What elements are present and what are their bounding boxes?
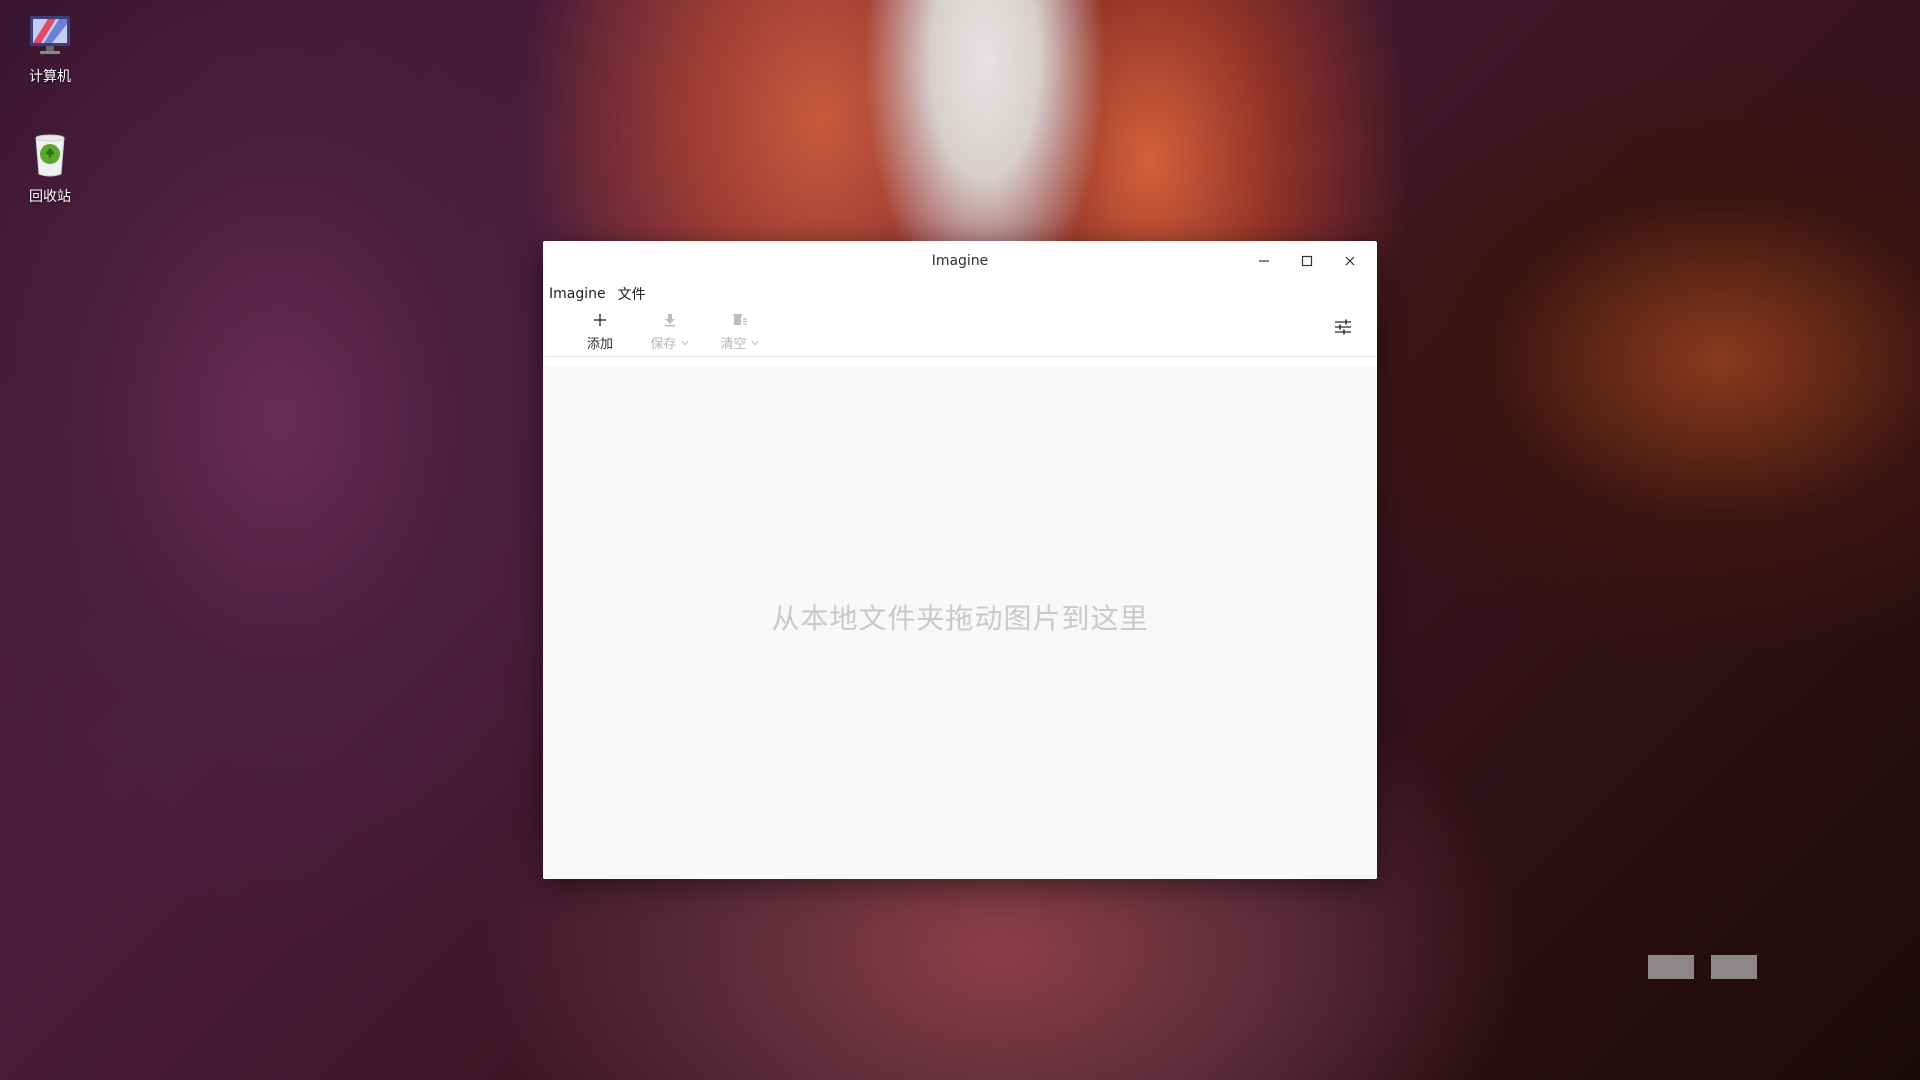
desktop-icon-trash-label: 回收站: [29, 189, 71, 205]
desktop-icon-computer[interactable]: 计算机: [14, 12, 86, 86]
maximize-button[interactable]: [1285, 241, 1328, 281]
add-button-label: 添加: [586, 337, 613, 352]
toolbar: 添加 保存 清空: [543, 307, 1377, 357]
drop-area[interactable]: 从本地文件夹拖动图片到这里: [543, 366, 1377, 879]
menu-file[interactable]: 文件: [618, 284, 646, 304]
dock-item[interactable]: [1648, 955, 1694, 979]
close-button[interactable]: [1328, 241, 1371, 281]
computer-icon: [30, 16, 70, 54]
window-title: Imagine: [931, 253, 989, 269]
chevron-down-icon: [681, 340, 688, 345]
window-titlebar[interactable]: Imagine: [543, 241, 1377, 281]
dock-item[interactable]: [1711, 955, 1757, 979]
trash-icon: [35, 134, 65, 177]
clear-button[interactable]: 清空: [705, 307, 775, 352]
minimize-button[interactable]: [1242, 241, 1285, 281]
sliders-icon: [1335, 319, 1351, 335]
settings-button[interactable]: [1329, 313, 1357, 341]
add-button[interactable]: 添加: [565, 307, 635, 352]
plus-icon: [594, 314, 606, 326]
maximize-icon: [1301, 255, 1312, 267]
download-icon: [665, 314, 675, 327]
window-controls: [1242, 241, 1371, 281]
chevron-down-icon: [751, 340, 758, 345]
clear-button-label: 清空: [720, 337, 747, 352]
menubar: Imagine 文件: [543, 281, 1377, 307]
clear-list-icon: [733, 314, 747, 325]
save-button[interactable]: 保存: [635, 307, 705, 352]
drop-hint: 从本地文件夹拖动图片到这里: [771, 601, 1149, 635]
close-icon: [1345, 256, 1354, 266]
desktop-icon-computer-label: 计算机: [29, 69, 71, 85]
desktop-icon-trash[interactable]: 回收站: [14, 132, 86, 206]
minimize-icon: [1258, 260, 1269, 262]
save-button-label: 保存: [650, 337, 677, 352]
imagine-window: Imagine Imagine 文件 添加 保存 清空 从本地文件夹拖动图片到这…: [543, 241, 1377, 879]
menu-imagine[interactable]: Imagine: [549, 286, 606, 302]
